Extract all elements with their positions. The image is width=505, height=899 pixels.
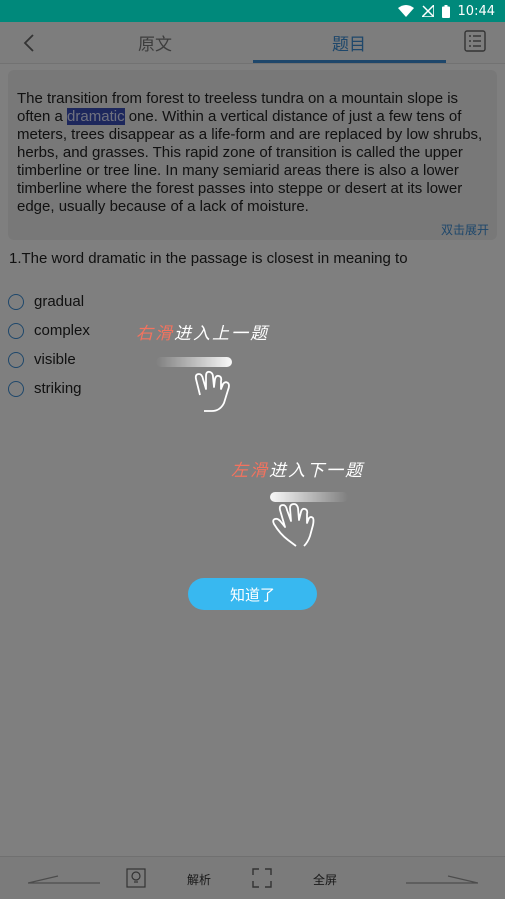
got-it-button[interactable]: 知道了 bbox=[188, 578, 317, 610]
no-signal-icon bbox=[421, 5, 434, 17]
swipe-left-hand-icon bbox=[270, 492, 348, 547]
swipe-right-hint: 右滑进入上一题 bbox=[136, 319, 269, 344]
swipe-left-hint: 左滑进入下一题 bbox=[231, 456, 364, 481]
hint-accent: 右滑 bbox=[136, 324, 174, 344]
swipe-right-hand-icon bbox=[156, 357, 232, 412]
battery-icon bbox=[441, 4, 450, 18]
status-bar: 10:44 bbox=[0, 0, 505, 22]
hint-accent: 左滑 bbox=[231, 461, 269, 481]
hint-text: 进入下一题 bbox=[269, 461, 364, 481]
wifi-icon bbox=[397, 5, 414, 17]
status-time: 10:44 bbox=[457, 3, 495, 19]
hint-text: 进入上一题 bbox=[174, 324, 269, 344]
